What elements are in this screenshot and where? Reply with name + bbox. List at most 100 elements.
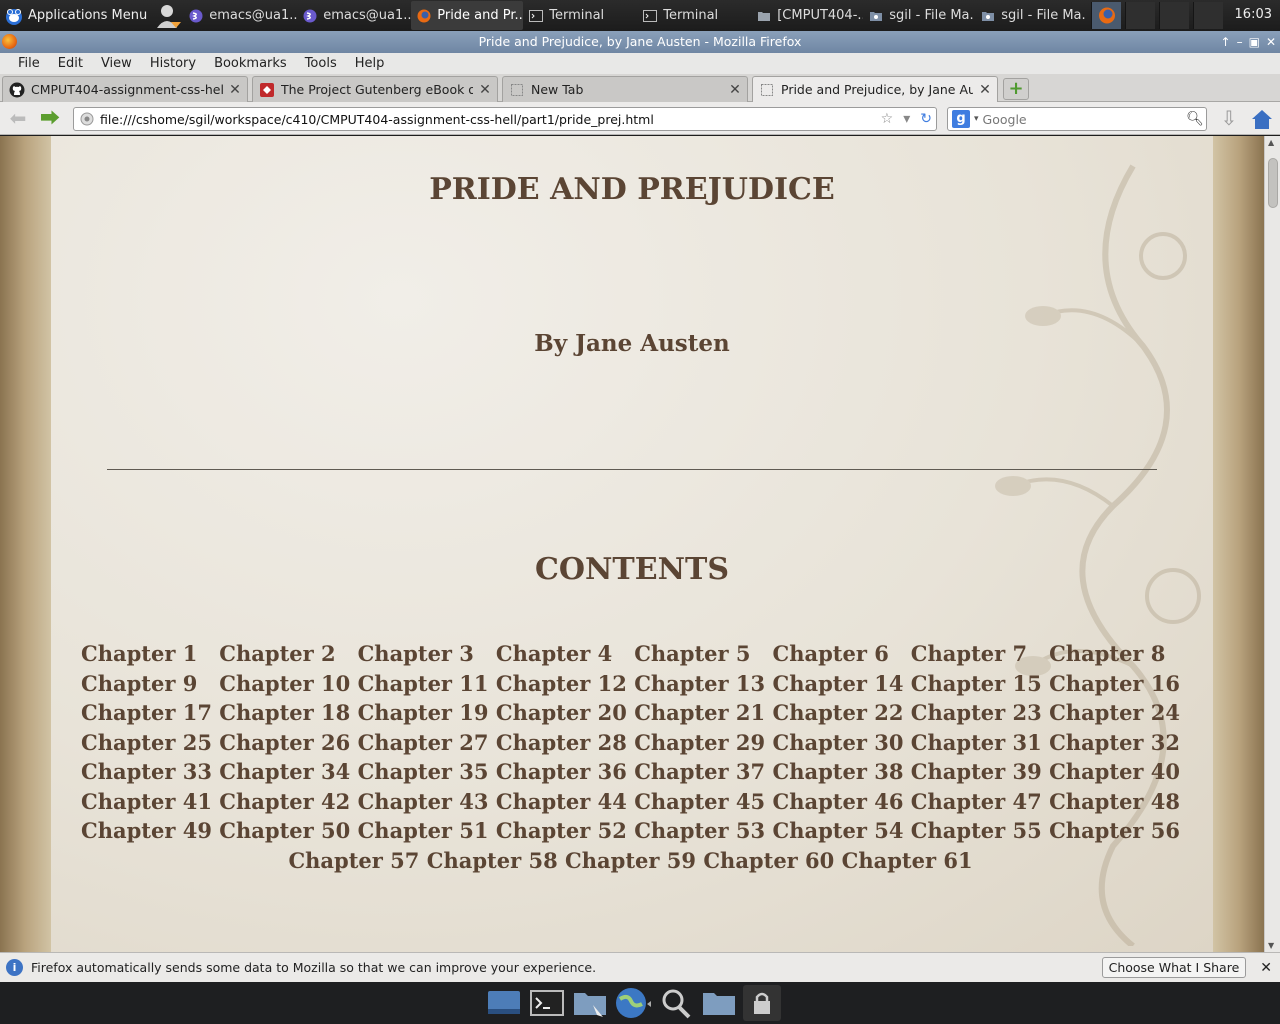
chapter-link[interactable]: Chapter 18 (219, 700, 350, 725)
dock-terminal[interactable] (528, 985, 566, 1021)
url-input[interactable]: file:///cshome/sgil/workspace/c410/CMPUT… (100, 112, 875, 127)
scroll-up-icon[interactable]: ▲ (1268, 138, 1274, 147)
chapter-link[interactable]: Chapter 54 (773, 818, 904, 843)
chapter-link[interactable]: Chapter 26 (219, 730, 350, 755)
tab-github[interactable]: CMPUT404-assignment-css-hell/r... ✕ (2, 76, 248, 102)
dock-lock[interactable] (743, 985, 781, 1021)
chapter-link[interactable]: Chapter 35 (358, 759, 489, 784)
tab-gutenberg[interactable]: The Project Gutenberg eBook of ... ✕ (252, 76, 498, 102)
close-icon[interactable]: ✕ (979, 82, 991, 98)
chapter-link[interactable]: Chapter 15 (911, 671, 1042, 696)
chapter-link[interactable]: Chapter 44 (496, 789, 627, 814)
menu-bookmarks[interactable]: Bookmarks (205, 56, 296, 71)
chapter-link[interactable]: Chapter 59 (565, 848, 696, 873)
menu-help[interactable]: Help (346, 56, 394, 71)
forward-button[interactable]: ⮕ (38, 108, 62, 130)
chapter-link[interactable]: Chapter 17 (81, 700, 212, 725)
workspace-4[interactable] (1193, 2, 1224, 29)
chapter-link[interactable]: Chapter 33 (81, 759, 212, 784)
menu-tools[interactable]: Tools (296, 56, 346, 71)
task-terminal-1[interactable]: Terminal (523, 1, 637, 30)
window-titlebar[interactable]: Pride and Prejudice, by Jane Austen - Mo… (0, 31, 1280, 53)
close-icon[interactable]: ✕ (729, 82, 741, 98)
home-button[interactable] (1250, 108, 1274, 130)
search-bar[interactable]: g ▾ Google 🔍︎ (947, 107, 1207, 131)
chapter-link[interactable]: Chapter 14 (773, 671, 904, 696)
chapter-link[interactable]: Chapter 61 (842, 848, 973, 873)
chapter-link[interactable]: Chapter 5 (634, 641, 750, 666)
chapter-link[interactable]: Chapter 9 (81, 671, 197, 696)
history-dropdown-icon[interactable]: ▾ (903, 111, 910, 127)
chapter-link[interactable]: Chapter 34 (219, 759, 350, 784)
page-viewport[interactable]: PRIDE AND PREJUDICE By Jane Austen CONTE… (0, 136, 1264, 952)
chapter-link[interactable]: Chapter 28 (496, 730, 627, 755)
chapter-link[interactable]: Chapter 36 (496, 759, 627, 784)
chapter-link[interactable]: Chapter 19 (358, 700, 489, 725)
chapter-link[interactable]: Chapter 21 (634, 700, 765, 725)
chapter-link[interactable]: Chapter 29 (634, 730, 765, 755)
menu-history[interactable]: History (141, 56, 205, 71)
dock-browser[interactable] (614, 985, 652, 1021)
task-file-manager-1[interactable]: sgil - File Ma... (863, 1, 975, 30)
downloads-button[interactable]: ⇩ (1217, 108, 1241, 130)
reload-icon[interactable]: ↻ (920, 111, 932, 127)
new-tab-button[interactable]: + (1003, 78, 1029, 100)
search-icon[interactable]: 🔍︎ (1184, 111, 1206, 127)
chapter-link[interactable]: Chapter 48 (1049, 789, 1180, 814)
chapter-link[interactable]: Chapter 23 (911, 700, 1042, 725)
chapter-link[interactable]: Chapter 50 (219, 818, 350, 843)
close-icon[interactable]: ✕ (479, 82, 491, 98)
chapter-link[interactable]: Chapter 42 (219, 789, 350, 814)
chapter-link[interactable]: Chapter 31 (911, 730, 1042, 755)
menu-view[interactable]: View (92, 56, 141, 71)
chapter-link[interactable]: Chapter 25 (81, 730, 212, 755)
workspace-3[interactable] (1159, 2, 1190, 29)
task-terminal-2[interactable]: Terminal (637, 1, 751, 30)
chapter-link[interactable]: Chapter 32 (1049, 730, 1180, 755)
chapter-link[interactable]: Chapter 58 (427, 848, 558, 873)
close-icon[interactable]: ✕ (1266, 31, 1276, 53)
chapter-link[interactable]: Chapter 7 (911, 641, 1027, 666)
menu-edit[interactable]: Edit (49, 56, 92, 71)
chapter-link[interactable]: Chapter 60 (703, 848, 834, 873)
user-icon[interactable] (155, 2, 183, 30)
chapter-link[interactable]: Chapter 6 (773, 641, 889, 666)
chapter-link[interactable]: Chapter 57 (288, 848, 419, 873)
url-bar[interactable]: file:///cshome/sgil/workspace/c410/CMPUT… (73, 107, 937, 131)
bookmark-star-icon[interactable]: ☆ (881, 111, 894, 127)
scroll-down-icon[interactable]: ▼ (1268, 941, 1274, 950)
chapter-link[interactable]: Chapter 24 (1049, 700, 1180, 725)
chapter-link[interactable]: Chapter 3 (358, 641, 474, 666)
workspace-2[interactable] (1125, 2, 1156, 29)
scrollbar-thumb[interactable] (1268, 158, 1278, 208)
dock-file-manager[interactable] (571, 985, 609, 1021)
chapter-link[interactable]: Chapter 52 (496, 818, 627, 843)
vertical-scrollbar[interactable]: ▲ ▼ (1264, 136, 1280, 952)
chapter-link[interactable]: Chapter 38 (773, 759, 904, 784)
chapter-link[interactable]: Chapter 20 (496, 700, 627, 725)
chapter-link[interactable]: Chapter 2 (219, 641, 335, 666)
chapter-link[interactable]: Chapter 40 (1049, 759, 1180, 784)
google-engine-icon[interactable]: g (952, 110, 970, 128)
chapter-link[interactable]: Chapter 4 (496, 641, 612, 666)
choose-what-i-share-button[interactable]: Choose What I Share (1101, 957, 1247, 978)
shade-icon[interactable]: ↑ (1221, 31, 1231, 53)
chapter-link[interactable]: Chapter 1 (81, 641, 197, 666)
site-identity-icon[interactable] (80, 112, 94, 126)
chapter-link[interactable]: Chapter 56 (1049, 818, 1180, 843)
clock[interactable]: 16:03 (1235, 7, 1272, 22)
task-file-manager-2[interactable]: sgil - File Ma... (975, 1, 1087, 30)
engine-dropdown-icon[interactable]: ▾ (974, 114, 979, 124)
chapter-link[interactable]: Chapter 37 (634, 759, 765, 784)
chapter-link[interactable]: Chapter 30 (773, 730, 904, 755)
minimize-icon[interactable]: – (1237, 31, 1243, 53)
task-firefox[interactable]: Pride and Pr... (411, 1, 524, 30)
applications-menu[interactable]: Applications Menu (0, 0, 155, 31)
chapter-link[interactable]: Chapter 46 (773, 789, 904, 814)
chapter-link[interactable]: Chapter 8 (1049, 641, 1165, 666)
chapter-link[interactable]: Chapter 43 (358, 789, 489, 814)
workspace-1[interactable] (1091, 2, 1122, 29)
dock-search[interactable] (657, 985, 695, 1021)
chapter-link[interactable]: Chapter 47 (911, 789, 1042, 814)
menu-file[interactable]: File (9, 56, 49, 71)
